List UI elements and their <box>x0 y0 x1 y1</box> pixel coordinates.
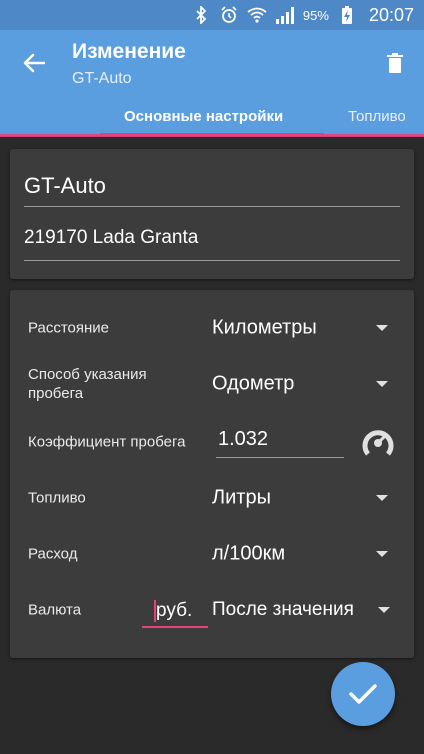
dropdown-arrow-icon <box>376 325 388 331</box>
vehicle-model-input[interactable]: 219170 Lada Granta <box>24 227 400 261</box>
fuel-row[interactable]: Топливо Литры <box>10 476 414 520</box>
currency-position-select[interactable]: После значения <box>212 599 354 621</box>
fuel-unit-select[interactable]: Литры <box>212 487 271 510</box>
mileage-method-row[interactable]: Способ указания пробега Одометр <box>10 362 414 406</box>
battery-charging-icon <box>337 5 357 25</box>
tab-bar: Основные настройки Топливо <box>0 102 424 136</box>
page-title: Изменение <box>72 40 186 63</box>
delete-button[interactable] <box>378 46 412 80</box>
mileage-method-select[interactable]: Одометр <box>212 373 294 396</box>
wifi-icon <box>247 5 267 25</box>
currency-symbol-input[interactable]: руб. <box>142 596 208 628</box>
currency-label: Валюта <box>28 601 82 619</box>
currency-symbol-text: руб. <box>156 600 193 621</box>
mileage-coef-row: Коэффициент пробега 1.032 <box>10 418 414 466</box>
distance-label: Расстояние <box>28 319 110 337</box>
vehicle-name-input[interactable]: GT-Auto <box>24 173 400 207</box>
appbar-divider <box>0 134 424 137</box>
consumption-label: Расход <box>28 545 78 563</box>
mileage-coef-input[interactable]: 1.032 <box>216 428 344 458</box>
mileage-method-label-line2: пробега <box>28 385 84 402</box>
dropdown-arrow-icon <box>376 551 388 557</box>
back-arrow-icon <box>23 53 45 73</box>
clock: 20:07 <box>368 4 414 25</box>
mileage-coef-label: Коэффициент пробега <box>28 433 186 451</box>
consumption-row[interactable]: Расход л/100км <box>10 532 414 576</box>
signal-icon <box>275 5 295 25</box>
tab-main-settings[interactable]: Основные настройки <box>124 108 283 125</box>
tab-fuel[interactable]: Топливо <box>348 108 406 125</box>
bluetooth-icon <box>191 5 211 25</box>
dropdown-arrow-icon <box>378 607 390 613</box>
currency-row: Валюта руб. После значения <box>10 588 414 632</box>
distance-row[interactable]: Расстояние Километры <box>10 306 414 350</box>
battery-percent: 95% <box>302 7 329 23</box>
dropdown-arrow-icon <box>376 381 388 387</box>
consumption-unit-select[interactable]: л/100км <box>212 543 285 566</box>
status-bar: 95% 20:07 <box>0 0 424 30</box>
back-button[interactable] <box>14 46 54 80</box>
settings-card: Расстояние Километры Способ указания про… <box>10 290 414 658</box>
vehicle-card: GT-Auto 219170 Lada Granta <box>10 149 414 279</box>
app-bar: Изменение GT-Auto Основные настройки Топ… <box>0 30 424 136</box>
dropdown-arrow-icon <box>376 495 388 501</box>
checkmark-icon <box>349 684 377 704</box>
save-fab-button[interactable] <box>331 662 395 726</box>
distance-select[interactable]: Километры <box>212 317 317 340</box>
fuel-label: Топливо <box>28 489 86 507</box>
trash-icon <box>387 53 403 73</box>
gauge-icon[interactable] <box>362 426 394 458</box>
page-subtitle: GT-Auto <box>72 70 132 87</box>
mileage-method-label-line1: Способ указания <box>28 366 147 383</box>
mileage-method-label: Способ указания пробега <box>28 365 147 403</box>
alarm-icon <box>219 5 239 25</box>
